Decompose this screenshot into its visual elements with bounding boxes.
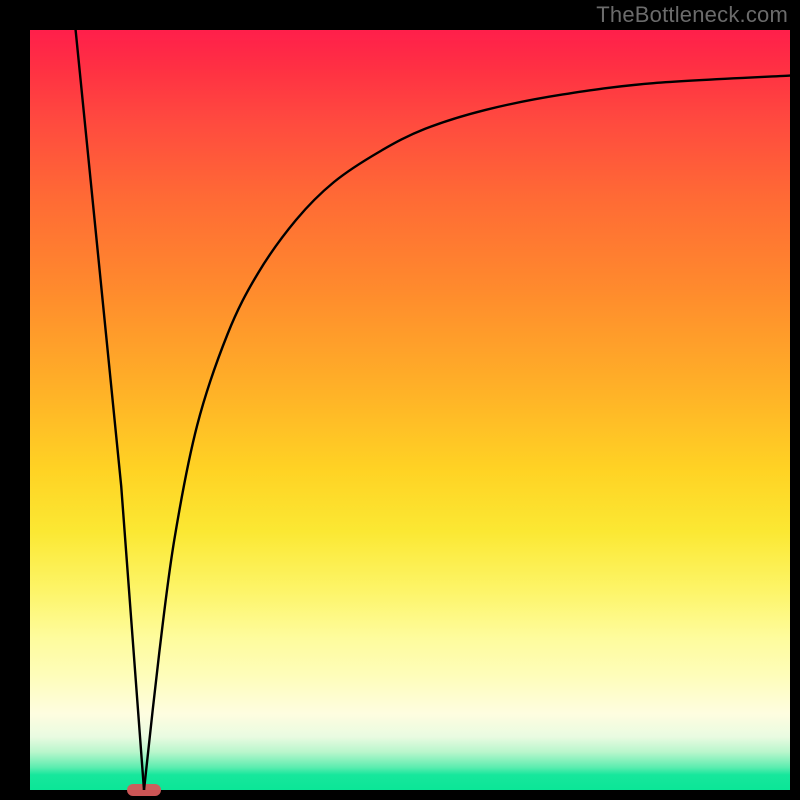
curve-left-branch bbox=[76, 30, 144, 790]
curve-layer bbox=[30, 30, 790, 790]
watermark-text: TheBottleneck.com bbox=[596, 2, 788, 28]
curve-right-branch bbox=[144, 76, 790, 790]
chart-frame: TheBottleneck.com bbox=[0, 0, 800, 800]
